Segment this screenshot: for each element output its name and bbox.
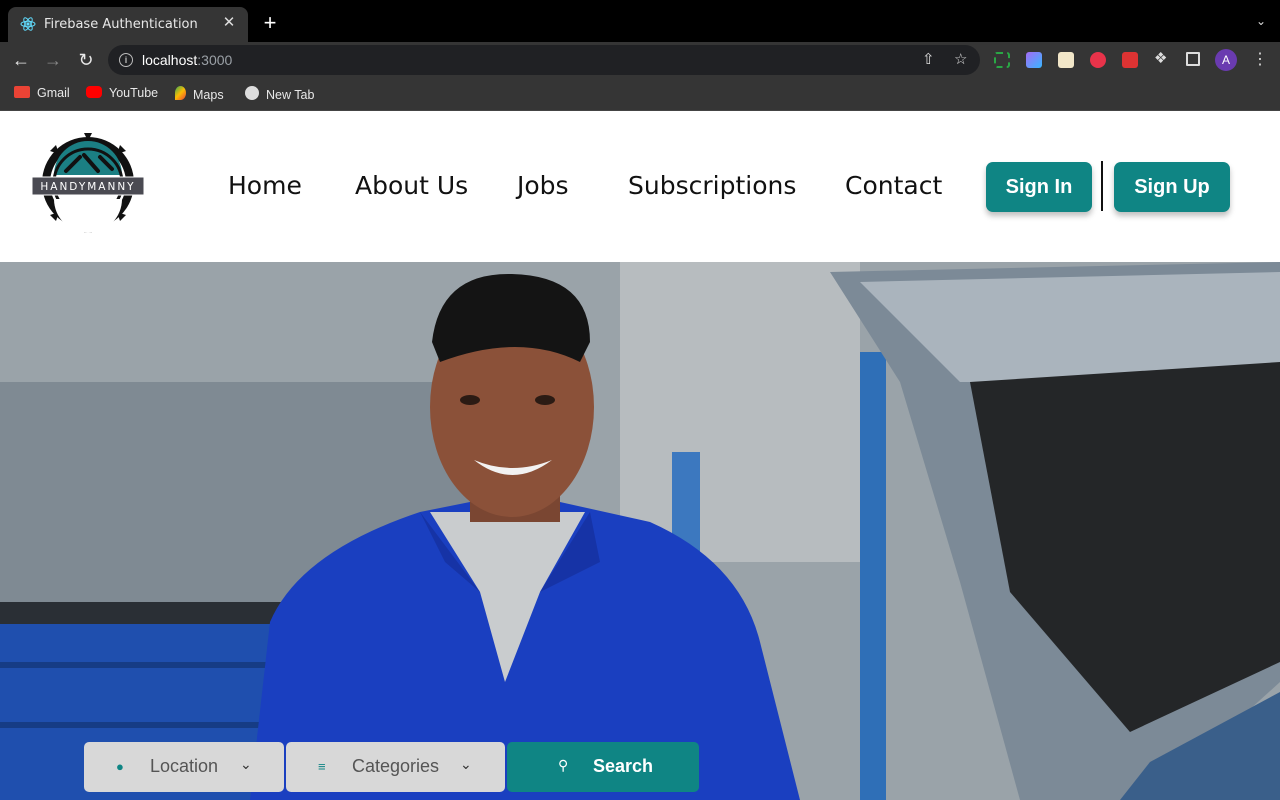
- site-info-icon[interactable]: i: [119, 53, 133, 67]
- browser-tab-bar: Firebase Authentication ✕ + ⌄: [0, 0, 1280, 42]
- sign-in-button[interactable]: Sign In: [986, 162, 1092, 212]
- screenshot-extension-icon[interactable]: [994, 52, 1010, 68]
- sign-up-button[interactable]: Sign Up: [1114, 162, 1230, 212]
- categories-label: Categories: [352, 756, 440, 776]
- categories-select[interactable]: ≡ Categories ⌄: [286, 742, 505, 792]
- header-divider: [1101, 161, 1103, 211]
- bookmark-youtube[interactable]: YouTube: [86, 86, 158, 100]
- new-tab-button[interactable]: +: [259, 12, 281, 34]
- logo-text: HANDYMANNY: [40, 181, 135, 193]
- chevron-down-icon: ⌄: [240, 756, 252, 772]
- address-bar[interactable]: i localhost:3000 ⇧ ☆: [108, 45, 980, 75]
- hero-photo: [0, 262, 1280, 800]
- forward-arrow-icon[interactable]: →: [42, 49, 64, 71]
- globe-icon: [245, 86, 259, 100]
- share-icon[interactable]: ⇧: [922, 50, 935, 68]
- bookmark-maps[interactable]: Maps: [175, 86, 224, 102]
- chevron-down-icon: ⌄: [460, 756, 472, 772]
- list-icon: ≡: [318, 759, 326, 774]
- nav-subscriptions[interactable]: Subscriptions: [628, 171, 796, 200]
- extension-icon[interactable]: [1026, 52, 1042, 68]
- hero-image: [0, 262, 1280, 800]
- react-icon: [20, 17, 36, 31]
- location-select[interactable]: ● Location ⌄: [84, 742, 284, 792]
- search-icon: ⚲: [558, 757, 569, 773]
- location-pin-icon: ●: [116, 759, 124, 774]
- search-button-label: Search: [593, 756, 654, 776]
- bookmark-gmail[interactable]: Gmail: [14, 86, 70, 100]
- nav-contact[interactable]: Contact: [845, 171, 942, 200]
- site-header: HANDYMANNY Home About Us Jobs Subscripti…: [0, 111, 1280, 262]
- nav-about-us[interactable]: About Us: [355, 171, 468, 200]
- browser-toolbar: ← → ↻ i localhost:3000 ⇧ ☆ ❖ A ⋮: [0, 42, 1280, 78]
- bookmark-new-tab[interactable]: New Tab: [245, 86, 314, 102]
- gmail-icon: [14, 86, 30, 98]
- reload-icon[interactable]: ↻: [75, 49, 97, 71]
- puzzle-extensions-icon[interactable]: ❖: [1154, 51, 1170, 67]
- url-text: localhost:3000: [142, 52, 233, 68]
- bookmarks-bar: Gmail YouTube Maps New Tab: [0, 78, 1280, 111]
- back-arrow-icon[interactable]: ←: [10, 49, 32, 71]
- youtube-icon: [86, 86, 102, 98]
- browser-tab[interactable]: Firebase Authentication ✕: [8, 7, 248, 42]
- bookmark-star-icon[interactable]: ☆: [954, 50, 967, 68]
- tab-search-chevron-icon[interactable]: ⌄: [1256, 14, 1266, 28]
- tab-title: Firebase Authentication: [44, 17, 198, 32]
- close-tab-icon[interactable]: ✕: [220, 14, 238, 32]
- maps-icon: [175, 86, 186, 100]
- nav-home[interactable]: Home: [228, 171, 302, 200]
- location-label: Location: [150, 756, 219, 776]
- extension-icon[interactable]: [1122, 52, 1138, 68]
- nav-jobs[interactable]: Jobs: [517, 171, 569, 200]
- side-panel-icon[interactable]: [1186, 52, 1200, 66]
- more-menu-icon[interactable]: ⋮: [1252, 50, 1268, 70]
- handymanny-logo[interactable]: HANDYMANNY: [28, 133, 148, 233]
- search-button[interactable]: ⚲ Search: [507, 742, 699, 792]
- notes-extension-icon[interactable]: [1058, 52, 1074, 68]
- extension-icon[interactable]: [1090, 52, 1106, 68]
- profile-avatar[interactable]: A: [1215, 49, 1237, 71]
